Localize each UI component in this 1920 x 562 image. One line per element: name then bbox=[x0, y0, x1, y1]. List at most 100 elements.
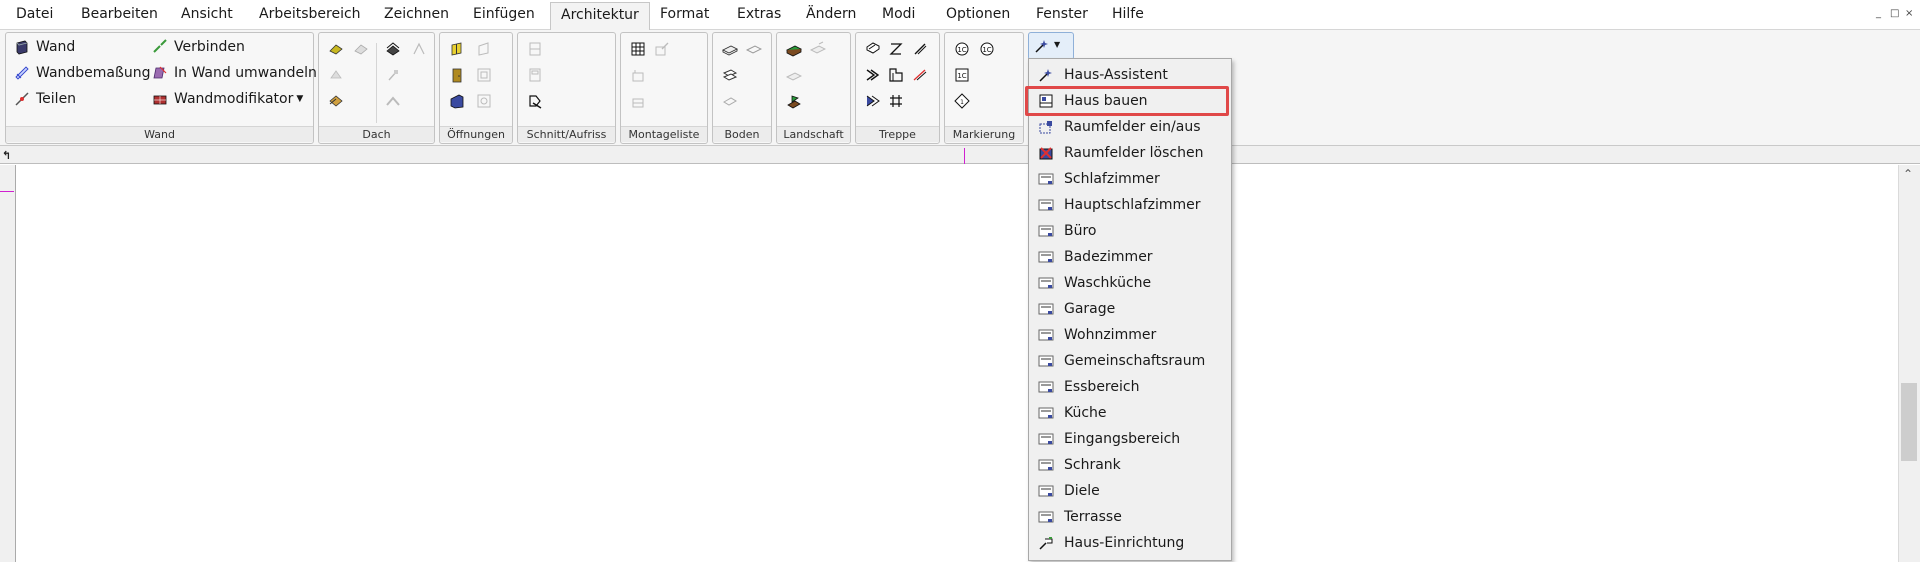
roof-ridge-icon[interactable] bbox=[385, 93, 401, 109]
menu-item-buero[interactable]: Büro bbox=[1030, 218, 1230, 243]
ramp-icon[interactable] bbox=[912, 41, 928, 57]
menu-item-eingangsbereich[interactable]: Eingangsbereich bbox=[1030, 426, 1230, 451]
door-icon[interactable] bbox=[449, 67, 465, 83]
menu-item-garage[interactable]: Garage bbox=[1030, 296, 1230, 321]
L-arrow-icon[interactable]: ↰ bbox=[2, 150, 14, 163]
menu-item-wohnzimmer[interactable]: Wohnzimmer bbox=[1030, 322, 1230, 347]
plant-icon[interactable] bbox=[786, 93, 802, 109]
spiral-stairs-icon[interactable] bbox=[888, 41, 904, 57]
marker-diamond-icon[interactable]: 1 bbox=[954, 93, 970, 109]
stairs-icon[interactable] bbox=[865, 41, 881, 57]
menu-architektur[interactable]: Architektur bbox=[550, 2, 650, 31]
menu-bearbeiten[interactable]: Bearbeiten bbox=[81, 6, 158, 22]
menu-arbeitsbereich[interactable]: Arbeitsbereich bbox=[259, 6, 361, 22]
menu-item-haus-assistent[interactable]: Haus-Assistent bbox=[1030, 62, 1230, 87]
elevation-icon[interactable] bbox=[527, 67, 543, 83]
menu-item-raumfelder-loeschen[interactable]: Raumfelder löschen bbox=[1030, 140, 1230, 165]
roof-plane-icon[interactable] bbox=[328, 41, 344, 57]
verbinden-button[interactable]: Verbinden bbox=[152, 39, 245, 55]
menu-item-badezimmer[interactable]: Badezimmer bbox=[1030, 244, 1230, 269]
menu-fenster[interactable]: Fenster bbox=[1036, 6, 1088, 22]
landing-icon[interactable] bbox=[888, 67, 904, 83]
opening-icon[interactable] bbox=[476, 67, 492, 83]
horizontal-ruler bbox=[0, 146, 1920, 164]
menu-item-gemeinschaftsraum[interactable]: Gemeinschaftsraum bbox=[1030, 348, 1230, 373]
roof-stack-icon[interactable] bbox=[328, 93, 344, 109]
scrollbar-thumb[interactable] bbox=[1901, 383, 1917, 461]
list-update-icon[interactable] bbox=[630, 93, 646, 109]
ruler-marker bbox=[964, 148, 965, 164]
menu-item-haus-einrichtung[interactable]: Haus-Einrichtung bbox=[1030, 530, 1230, 555]
restore-icon[interactable]: □ bbox=[1890, 8, 1899, 19]
door-outline-icon[interactable] bbox=[476, 41, 492, 57]
group-boden: Boden bbox=[712, 32, 772, 144]
menu-datei[interactable]: Datei bbox=[16, 6, 53, 22]
stair-grid-icon[interactable] bbox=[888, 93, 904, 109]
dormer-icon[interactable] bbox=[411, 41, 427, 57]
menu-item-hauptschlafzimmer[interactable]: Hauptschlafzimmer bbox=[1030, 192, 1230, 217]
drawing-canvas[interactable] bbox=[15, 165, 1898, 562]
group-markierung-label: Markierung bbox=[945, 126, 1023, 142]
menu-item-schrank[interactable]: Schrank bbox=[1030, 452, 1230, 477]
wandmodifikator-button[interactable]: Wandmodifikator ▼ bbox=[152, 91, 303, 107]
menu-hilfe[interactable]: Hilfe bbox=[1112, 6, 1144, 22]
section-marker-icon[interactable] bbox=[527, 93, 543, 109]
room-label-icon bbox=[1038, 251, 1054, 262]
menu-aendern[interactable]: Ändern bbox=[806, 6, 856, 22]
roof-edit-icon[interactable] bbox=[353, 41, 369, 57]
railing-icon[interactable] bbox=[912, 67, 928, 83]
menu-item-schlafzimmer[interactable]: Schlafzimmer bbox=[1030, 166, 1230, 191]
roof-layer-icon[interactable] bbox=[385, 41, 401, 57]
wand-button[interactable]: Wand bbox=[14, 39, 75, 55]
floor-stack-icon[interactable] bbox=[722, 67, 738, 83]
wall-opening-icon[interactable] bbox=[449, 93, 465, 109]
menu-item-kueche[interactable]: Küche bbox=[1030, 400, 1230, 425]
menu-ansicht[interactable]: Ansicht bbox=[181, 6, 233, 22]
menu-item-terrasse[interactable]: Terrasse bbox=[1030, 504, 1230, 529]
window-icon[interactable] bbox=[449, 41, 465, 57]
menu-einfuegen[interactable]: Einfügen bbox=[473, 6, 535, 22]
menu-zeichnen[interactable]: Zeichnen bbox=[384, 6, 449, 22]
vertical-ruler bbox=[0, 165, 15, 562]
menu-extras[interactable]: Extras bbox=[737, 6, 781, 22]
terrain-icon[interactable] bbox=[786, 41, 802, 57]
marker-1-icon[interactable]: 1C bbox=[954, 41, 970, 57]
terrain-edit-icon[interactable] bbox=[810, 41, 826, 57]
wandbemassung-button[interactable]: Wandbemaßung bbox=[14, 65, 150, 81]
menu-item-essbereich[interactable]: Essbereich bbox=[1030, 374, 1230, 399]
teilen-button[interactable]: Teilen bbox=[14, 91, 76, 107]
menu-item-raumfelder-ein-aus[interactable]: Raumfelder ein/aus bbox=[1030, 114, 1230, 139]
stairs-line-icon[interactable] bbox=[865, 67, 881, 83]
room-label-icon bbox=[1038, 277, 1054, 288]
list-edit-icon[interactable] bbox=[654, 41, 670, 57]
list-add-icon[interactable] bbox=[630, 67, 646, 83]
stairs-arrow-icon[interactable] bbox=[865, 93, 881, 109]
vertical-scrollbar[interactable] bbox=[1898, 165, 1920, 562]
menu-modi[interactable]: Modi bbox=[882, 6, 915, 22]
house-wizard-button[interactable]: ▼ bbox=[1028, 32, 1074, 60]
niche-icon[interactable] bbox=[476, 93, 492, 109]
terrain-point-icon[interactable] bbox=[786, 67, 802, 83]
table-icon[interactable] bbox=[630, 41, 646, 57]
floor-edit-icon[interactable] bbox=[746, 41, 762, 57]
marker-2-icon[interactable]: 1C bbox=[979, 41, 995, 57]
ceiling-icon[interactable] bbox=[722, 93, 738, 109]
menu-item-diele[interactable]: Diele bbox=[1030, 478, 1230, 503]
marker-box-icon[interactable]: 1C bbox=[954, 67, 970, 83]
teilen-label: Teilen bbox=[36, 91, 77, 107]
menu-item-waschkueche[interactable]: Waschküche bbox=[1030, 270, 1230, 295]
minimize-icon[interactable]: _ bbox=[1876, 8, 1881, 19]
section-icon[interactable] bbox=[527, 41, 543, 57]
chevron-up-icon[interactable]: ⌃ bbox=[1903, 167, 1913, 181]
roof-disabled-icon[interactable] bbox=[328, 67, 344, 83]
close-icon[interactable]: × bbox=[1905, 8, 1913, 19]
gable-icon[interactable] bbox=[385, 67, 401, 83]
floor-icon[interactable] bbox=[722, 41, 738, 57]
room-label-icon bbox=[1038, 173, 1054, 184]
menu-format[interactable]: Format bbox=[660, 6, 709, 22]
group-oeffnungen-label: Öffnungen bbox=[440, 126, 512, 142]
menu-optionen[interactable]: Optionen bbox=[946, 6, 1010, 22]
item-label: Terrasse bbox=[1064, 508, 1122, 525]
wall-icon bbox=[16, 40, 28, 55]
in-wand-umwandeln-button[interactable]: In Wand umwandeln bbox=[152, 65, 317, 81]
